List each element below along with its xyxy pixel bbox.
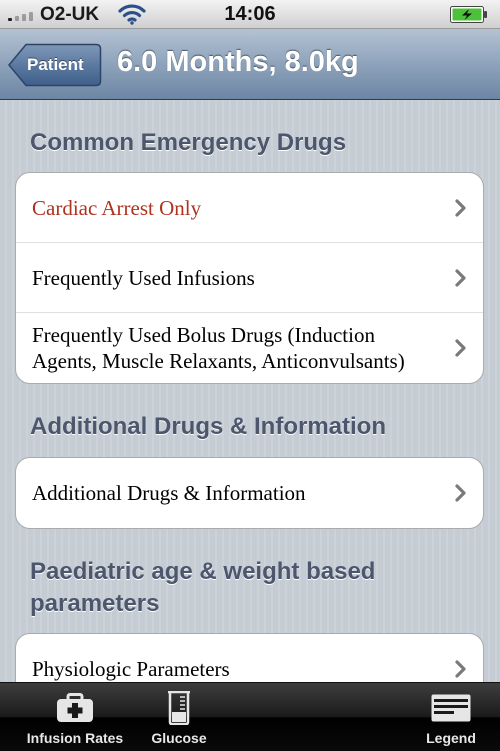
list-item-label: Frequently Used Bolus Drugs (Induction A… — [32, 323, 405, 373]
tab-legend[interactable]: Legend — [410, 683, 492, 751]
page-title: 6.0 Months, 8.0kg — [117, 46, 359, 78]
list-item-label: Frequently Used Infusions — [32, 265, 255, 290]
status-bar: O2-UK 14:06 — [0, 0, 500, 29]
legend-list-icon — [431, 694, 471, 722]
clock: 14:06 — [224, 3, 276, 25]
table-view[interactable]: Common Emergency Drugs Cardiac Arrest On… — [0, 100, 500, 682]
tab-label: Legend — [426, 730, 476, 746]
beaker-icon — [168, 691, 190, 725]
list-item-label: Cardiac Arrest Only — [32, 195, 202, 220]
chevron-right-icon — [455, 339, 466, 357]
list-item-cardiac-arrest[interactable]: Cardiac Arrest Only — [16, 173, 483, 243]
chevron-right-icon — [455, 268, 466, 287]
tab-bar: Infusion Rates Glucose Legend — [0, 682, 500, 751]
chevron-right-icon — [455, 484, 466, 502]
back-button-label: Patient — [27, 55, 84, 74]
list-item-label: Additional Drugs & Information — [32, 481, 306, 505]
tab-label: Infusion Rates — [26, 730, 124, 746]
battery-charging-icon — [450, 6, 487, 23]
section-header-common-emergency-drugs: Common Emergency Drugs — [30, 129, 347, 156]
chevron-right-icon — [455, 660, 466, 678]
list-item-additional-drugs[interactable]: Additional Drugs & Information — [16, 458, 483, 528]
back-button[interactable]: Patient — [8, 43, 102, 87]
navigation-bar: Patient 6.0 Months, 8.0kg — [0, 29, 500, 100]
list-item-frequently-used-bolus-drugs[interactable]: Frequently Used Bolus Drugs (Induction A… — [16, 313, 483, 383]
group-common-emergency-drugs: Cardiac Arrest Only Frequently Used Infu… — [15, 172, 484, 384]
tab-glucose[interactable]: Glucose — [142, 683, 216, 751]
group-additional-drugs: Additional Drugs & Information — [15, 457, 484, 529]
chevron-right-icon — [455, 198, 466, 217]
section-header-additional-drugs: Additional Drugs & Information — [30, 413, 386, 440]
medical-kit-icon — [57, 693, 93, 722]
tab-infusion-rates[interactable]: Infusion Rates — [8, 683, 142, 751]
tab-label: Glucose — [151, 730, 207, 746]
group-paediatric-parameters: Physiologic Parameters — [15, 633, 484, 682]
list-item-label: Physiologic Parameters — [32, 657, 230, 681]
section-header-paediatric-parameters: Paediatric age & weight based parameters — [30, 558, 376, 617]
list-item-frequently-used-infusions[interactable]: Frequently Used Infusions — [16, 243, 483, 313]
list-item-physiologic-parameters[interactable]: Physiologic Parameters — [16, 634, 483, 682]
